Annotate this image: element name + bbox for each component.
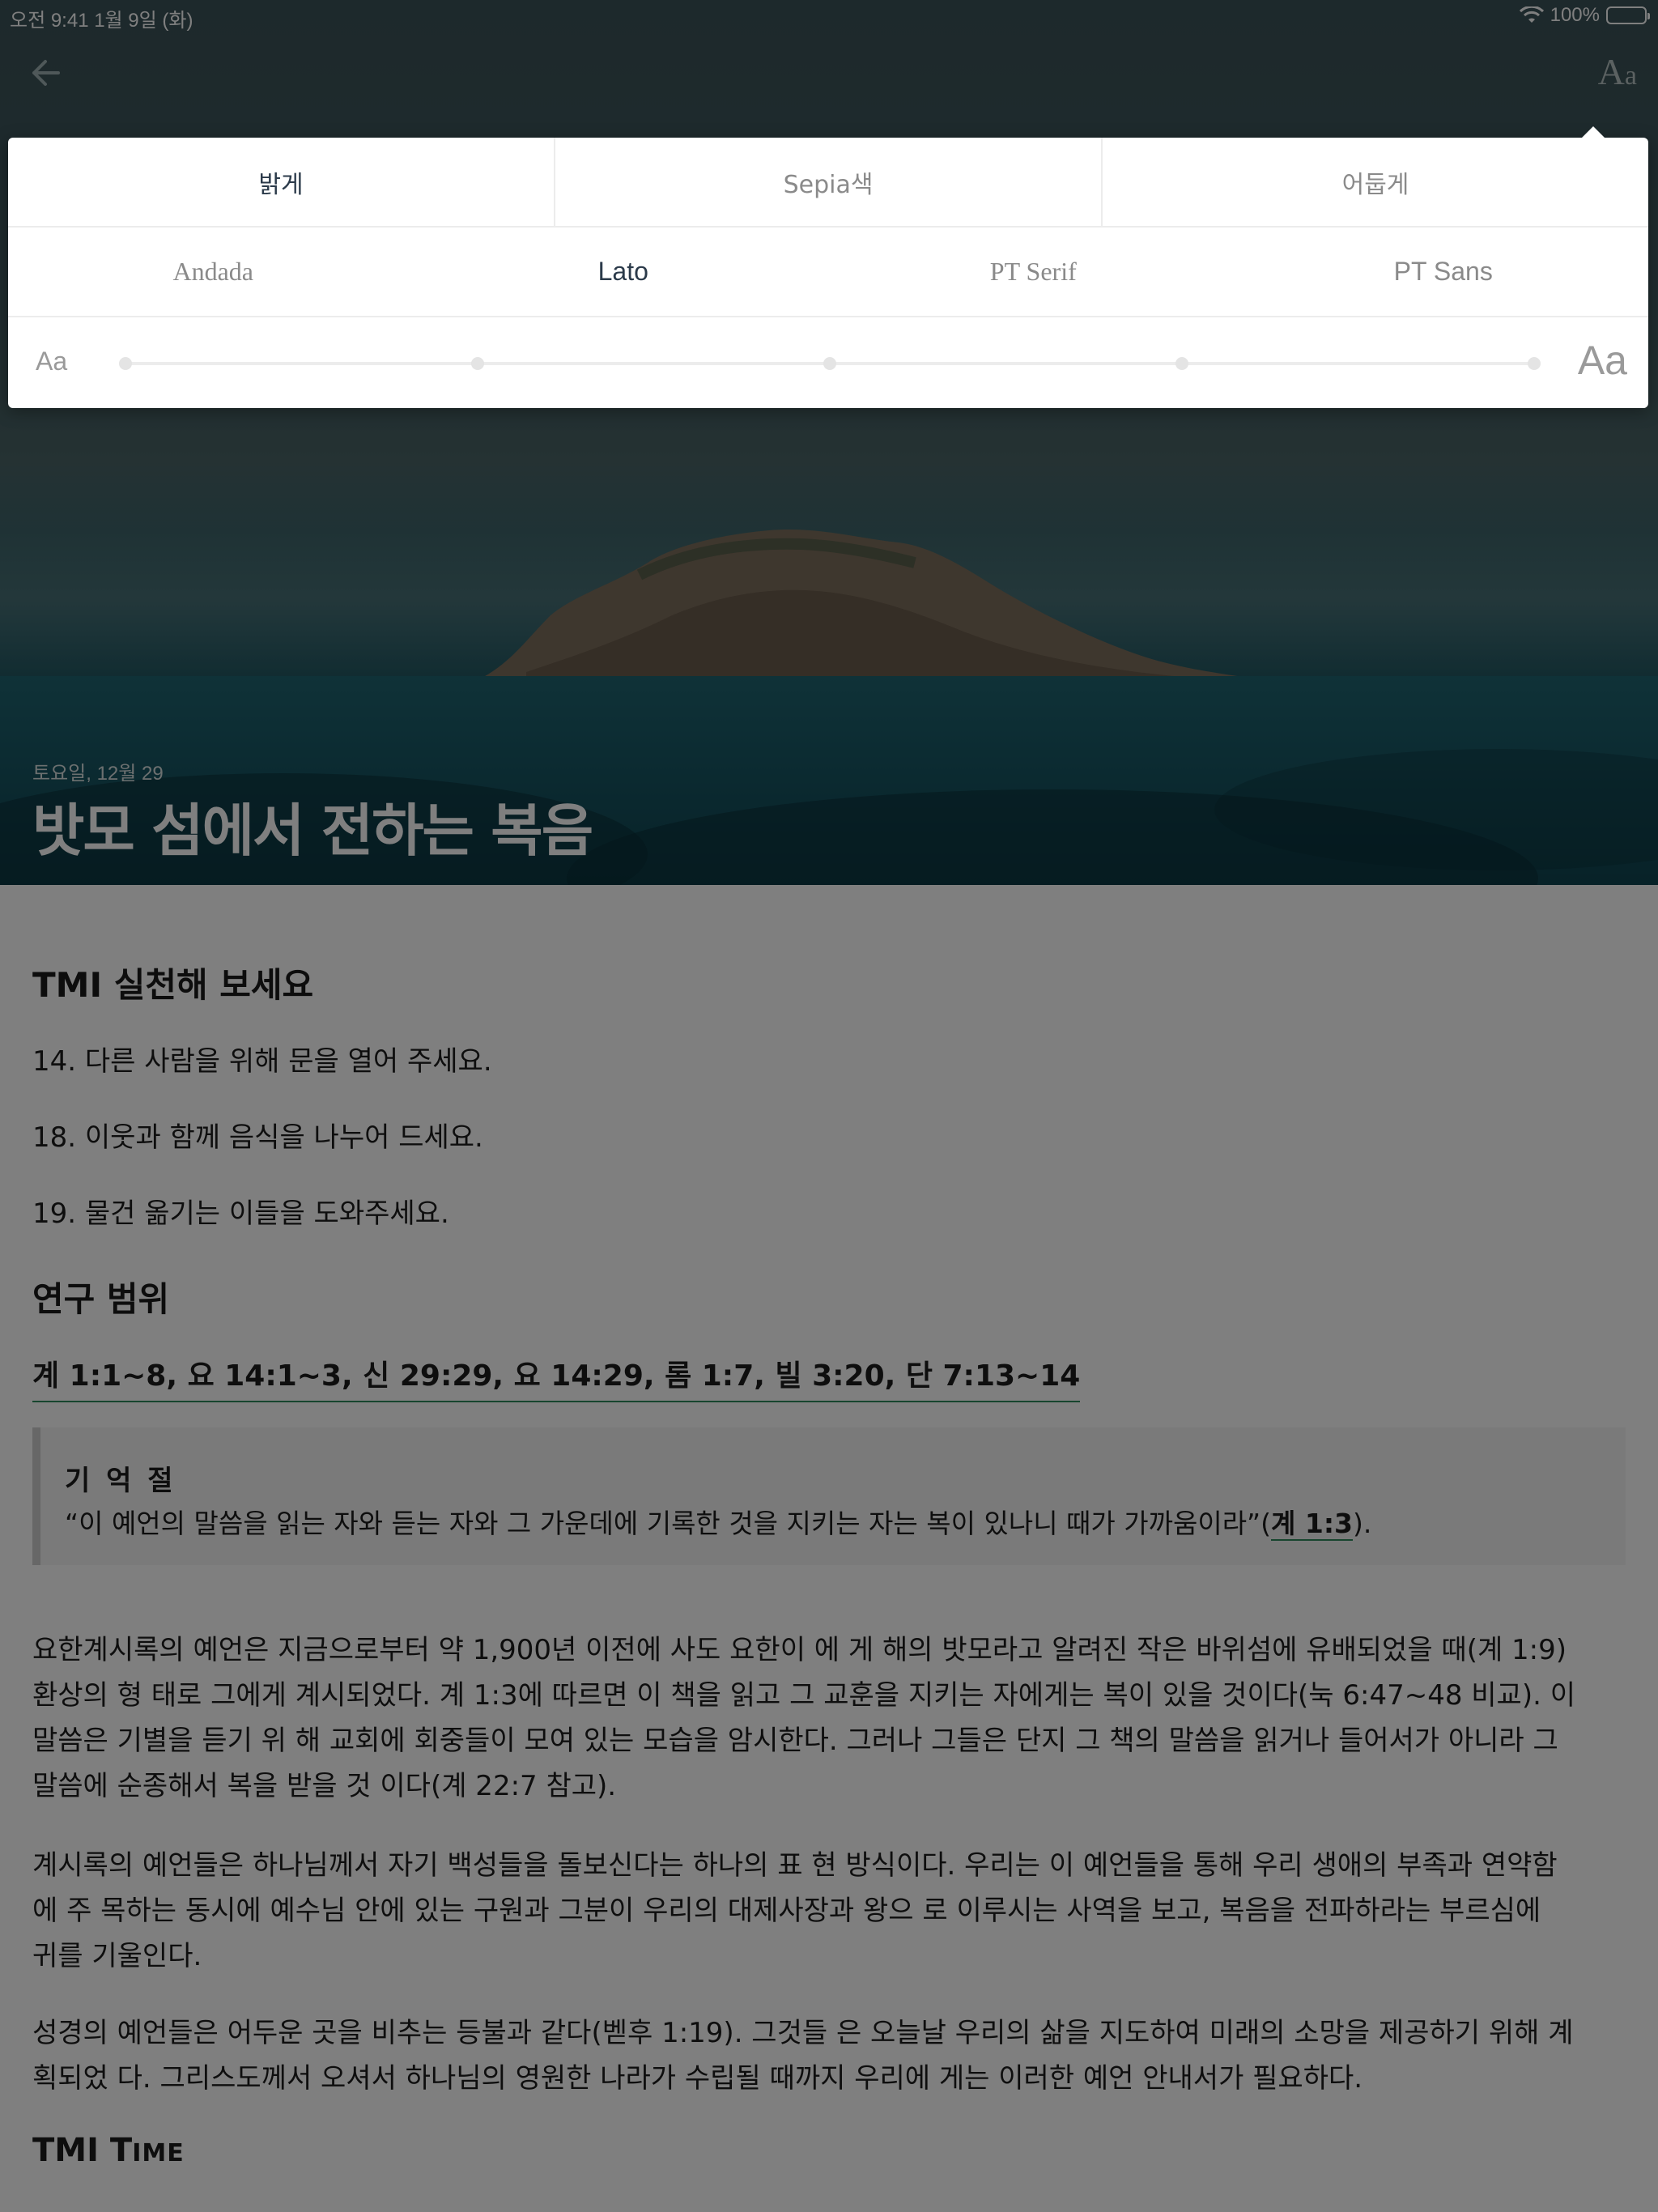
- theme-sepia-option[interactable]: Sepia색: [554, 138, 1101, 226]
- font-size-control: Aa Aa: [8, 317, 1648, 408]
- theme-light-option[interactable]: 밝게: [8, 138, 554, 226]
- font-ptsans-option[interactable]: PT Sans: [1239, 228, 1649, 316]
- font-size-large-label: Aa: [1577, 338, 1627, 383]
- theme-dark-option[interactable]: 어둡게: [1101, 138, 1648, 226]
- font-size-stop[interactable]: [119, 357, 132, 370]
- text-settings-popover: 밝게 Sepia색 어둡게 Andada Lato PT Serif PT Sa…: [8, 126, 1648, 408]
- font-andada-option[interactable]: Andada: [8, 228, 419, 316]
- font-ptserif-option[interactable]: PT Serif: [828, 228, 1239, 316]
- font-size-stop[interactable]: [1528, 357, 1541, 370]
- font-size-stop[interactable]: [1175, 357, 1188, 370]
- font-size-stop[interactable]: [471, 357, 484, 370]
- theme-selector: 밝게 Sepia색 어둡게: [8, 138, 1648, 228]
- font-lato-option[interactable]: Lato: [419, 228, 829, 316]
- font-size-slider[interactable]: [119, 357, 1541, 370]
- font-size-stop[interactable]: [823, 357, 836, 370]
- font-selector: Andada Lato PT Serif PT Sans: [8, 228, 1648, 317]
- font-size-small-label: Aa: [36, 347, 68, 376]
